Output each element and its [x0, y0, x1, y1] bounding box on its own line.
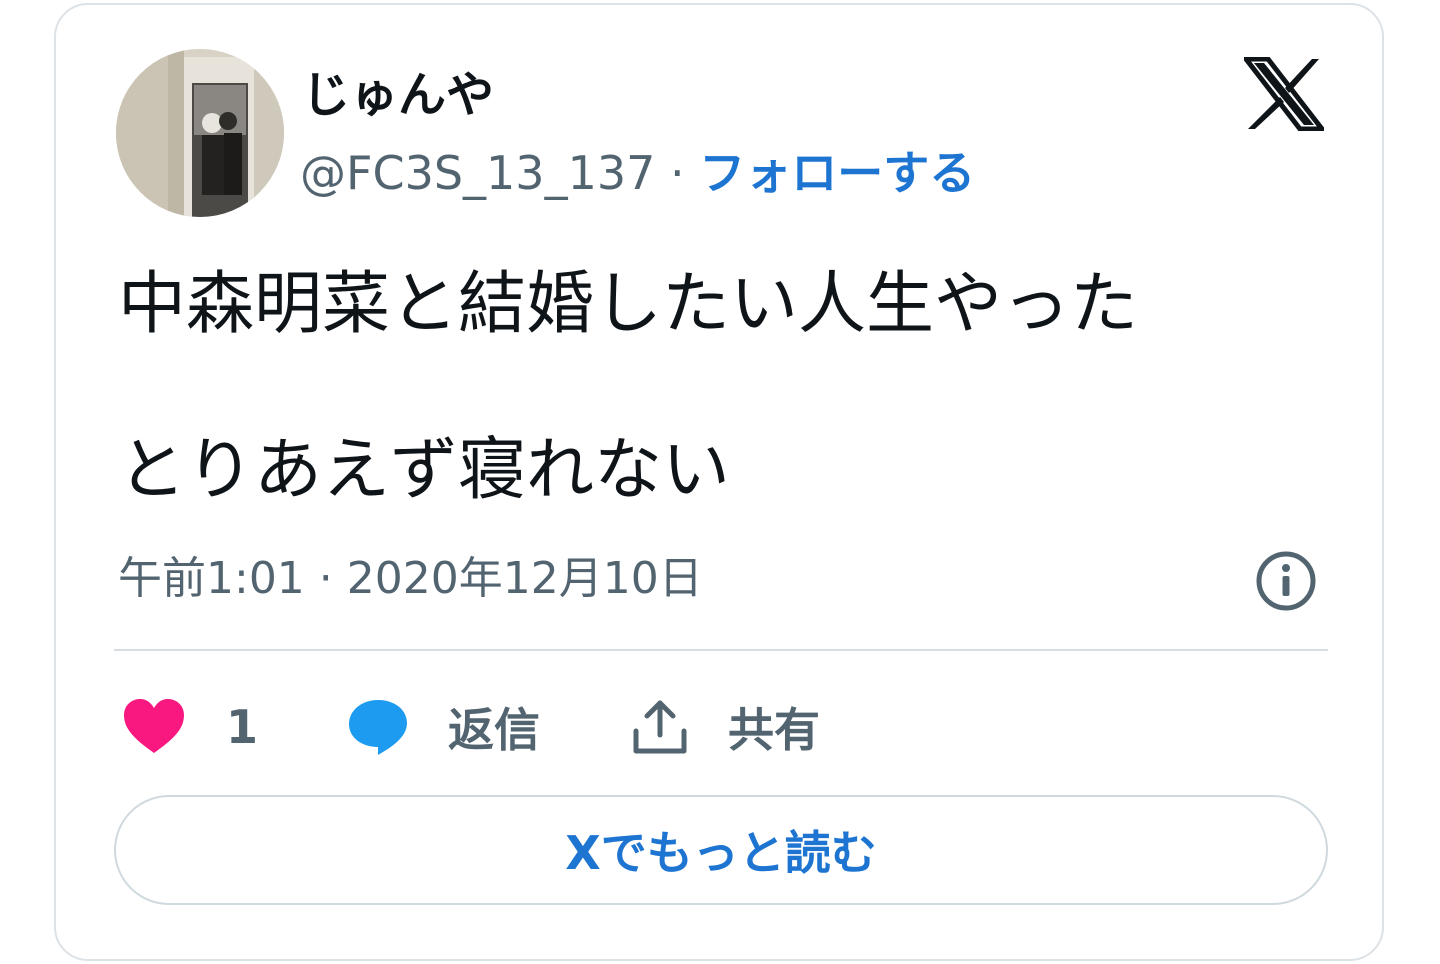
tweet-text-line-2: とりあえず寝れない	[118, 431, 731, 510]
handle-separator: ·	[655, 146, 700, 200]
share-upload-icon	[633, 700, 687, 754]
avatar-photo	[116, 49, 284, 217]
tweet-text: 中森明菜と結婚したい人生やった とりあえず寝れない	[118, 263, 1318, 513]
avatar[interactable]	[116, 49, 284, 217]
reply-button[interactable]: 返信	[346, 689, 540, 765]
follow-button[interactable]: フォローする	[699, 146, 975, 200]
read-more-button[interactable]: Xでもっと読む	[114, 795, 1328, 905]
share-label: 共有	[728, 703, 820, 757]
like-button[interactable]: 1	[122, 689, 258, 765]
x-logo-icon[interactable]	[1240, 56, 1328, 132]
action-bar: 1 返信 共有	[122, 689, 1322, 765]
tweet-card: じゅんや @FC3S_13_137 · フォローする 中森明菜と結婚したい人生や…	[54, 3, 1384, 961]
speech-bubble-icon	[349, 700, 407, 755]
reply-label: 返信	[448, 703, 540, 757]
heart-icon	[124, 699, 184, 753]
display-name[interactable]: じゅんや	[302, 63, 494, 127]
timestamp[interactable]: 午前1:01 · 2020年12月10日	[118, 549, 703, 609]
user-handle[interactable]: @FC3S_13_137	[300, 146, 655, 200]
tweet-text-line-1: 中森明菜と結婚したい人生やった	[118, 265, 1139, 344]
divider	[114, 649, 1328, 651]
handle-row: @FC3S_13_137 · フォローする	[300, 141, 975, 205]
share-button[interactable]: 共有	[630, 689, 820, 765]
info-icon[interactable]	[1254, 549, 1318, 613]
like-count: 1	[226, 700, 259, 754]
